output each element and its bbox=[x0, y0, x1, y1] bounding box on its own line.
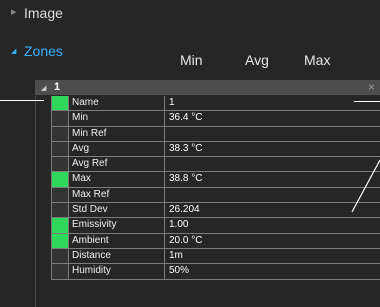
callout-diagonal-line bbox=[351, 159, 380, 213]
zones-panel: ▶ Image ◢ Zones Min Avg Max ◢ 1 × Name 1 M… bbox=[0, 0, 380, 307]
